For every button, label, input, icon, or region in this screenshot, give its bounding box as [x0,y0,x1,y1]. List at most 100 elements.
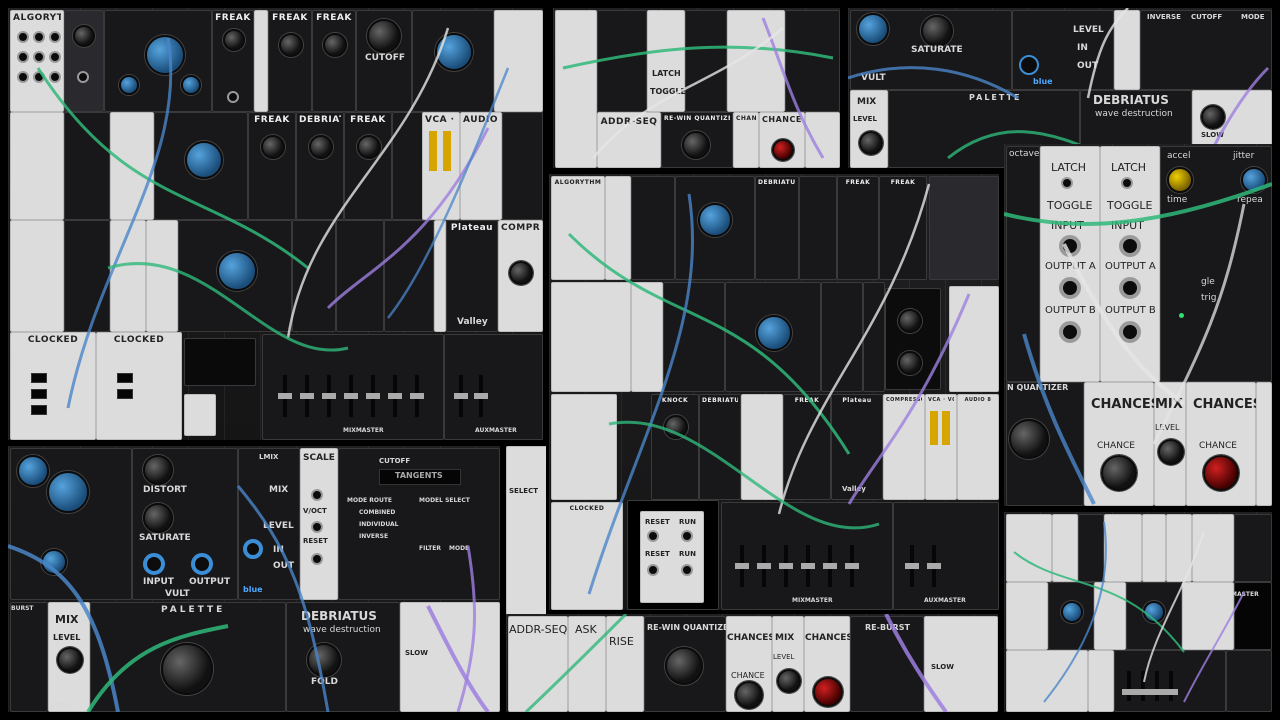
fader[interactable] [1150,671,1164,701]
module[interactable] [494,10,543,112]
module[interactable] [64,220,110,332]
knob[interactable] [756,315,792,351]
fader[interactable] [735,545,749,587]
module-oscillator[interactable] [178,220,292,332]
jack[interactable] [49,31,61,43]
knob[interactable] [41,549,67,575]
jack[interactable] [681,564,693,576]
jack[interactable] [1119,277,1141,299]
knob[interactable] [682,131,710,159]
module-re-burst[interactable]: RE-BURST [850,616,924,712]
module-freak[interactable]: FREAK [212,10,254,112]
module[interactable] [685,10,727,112]
module[interactable] [1166,514,1192,582]
module[interactable] [1088,650,1114,712]
module[interactable] [1104,514,1142,582]
knob[interactable] [181,75,201,95]
module[interactable] [551,394,617,500]
module-chances[interactable]: CHANCES [759,112,805,168]
knob[interactable] [57,647,83,673]
knob[interactable] [509,261,533,285]
jack[interactable] [33,71,45,83]
module-freak[interactable]: FREAK [312,10,356,112]
knob[interactable] [47,471,89,513]
module-algorythm[interactable]: ALGORYTHM [10,10,64,112]
knob[interactable] [185,141,223,179]
module-latch[interactable]: LATCH TOGGLE INPUT OUTPUT A OUTPUT B [1040,146,1100,382]
module[interactable] [663,282,725,392]
module-debriatus[interactable]: DEBRIATUS [296,112,344,220]
module[interactable]: SLOW [400,602,500,712]
module-plateau[interactable]: Plateau Valley [831,394,883,500]
module[interactable] [785,10,840,112]
module-re-win-quantizer[interactable]: N QUANTIZER [1006,382,1084,506]
jack[interactable] [17,51,29,63]
knob[interactable] [777,669,801,693]
module[interactable] [1256,382,1272,506]
knob[interactable] [898,309,922,333]
knob[interactable] [323,33,347,57]
jack[interactable] [647,530,659,542]
module-mix[interactable]: MIX LEVEL [850,90,888,168]
jack[interactable] [143,553,165,575]
module[interactable] [863,282,885,392]
fader[interactable] [322,375,336,417]
module-oscillator[interactable] [412,10,494,112]
module[interactable] [799,176,837,280]
module[interactable] [10,448,132,600]
knob[interactable] [261,135,285,159]
module[interactable]: SLOW [924,616,998,712]
module-vult[interactable]: SATURATE VULT [850,10,1012,90]
module[interactable] [551,282,631,392]
module-oscillator[interactable] [1126,582,1182,650]
module-vca[interactable] [392,112,424,220]
knob[interactable] [1143,601,1165,623]
module[interactable] [1094,582,1126,650]
module-latch[interactable]: LATCH TOGGLE [647,10,686,112]
knob[interactable] [1061,601,1083,623]
module-plateau[interactable]: Plateau Valley [446,220,498,332]
knob[interactable] [772,139,794,161]
knob[interactable] [735,681,763,709]
fader[interactable] [474,375,488,417]
module[interactable]: SELECT [506,446,546,618]
module-ask[interactable]: ASK [568,616,606,712]
module-mix[interactable]: MIX LEVEL [48,602,90,712]
module-latch[interactable]: LATCH TOGGLE INPUT OUTPUT A OUTPUT B [1100,146,1160,382]
jack[interactable] [227,91,239,103]
jack[interactable] [311,521,323,533]
module-oscillator[interactable] [104,10,212,112]
fader[interactable] [410,375,424,417]
module-debriatus[interactable] [821,282,863,392]
fader[interactable] [300,375,314,417]
module[interactable] [1052,514,1078,582]
knob[interactable] [1158,439,1184,465]
jack[interactable] [1019,55,1039,75]
fader[interactable] [344,375,358,417]
knob[interactable] [1203,455,1239,491]
jack[interactable] [1059,277,1081,299]
module[interactable] [10,112,64,220]
module-vult[interactable]: DISTORT SATURATE INPUT OUTPUT VULT [132,448,238,600]
knob[interactable] [1201,105,1225,129]
module-freak[interactable]: FREAK [837,176,879,280]
module[interactable] [555,10,597,168]
module[interactable] [1006,514,1052,582]
module-mixmaster[interactable]: MIXMASTER [721,502,893,610]
fader[interactable] [1164,671,1178,701]
fader[interactable] [801,545,815,587]
fader[interactable] [1136,671,1150,701]
module-scale[interactable]: SCALE V/OCT RESET [300,448,338,600]
module[interactable] [1182,582,1234,650]
jack[interactable] [311,489,323,501]
module[interactable] [631,176,675,280]
jack[interactable] [33,31,45,43]
knob[interactable] [143,503,173,533]
jack[interactable] [33,51,45,63]
module[interactable] [631,282,663,392]
module-palette[interactable]: PALETTE [90,602,286,712]
module-freak[interactable]: FREAK [248,112,296,220]
jack[interactable] [49,51,61,63]
fader[interactable] [366,375,380,417]
module-oscillator[interactable] [1048,582,1094,650]
